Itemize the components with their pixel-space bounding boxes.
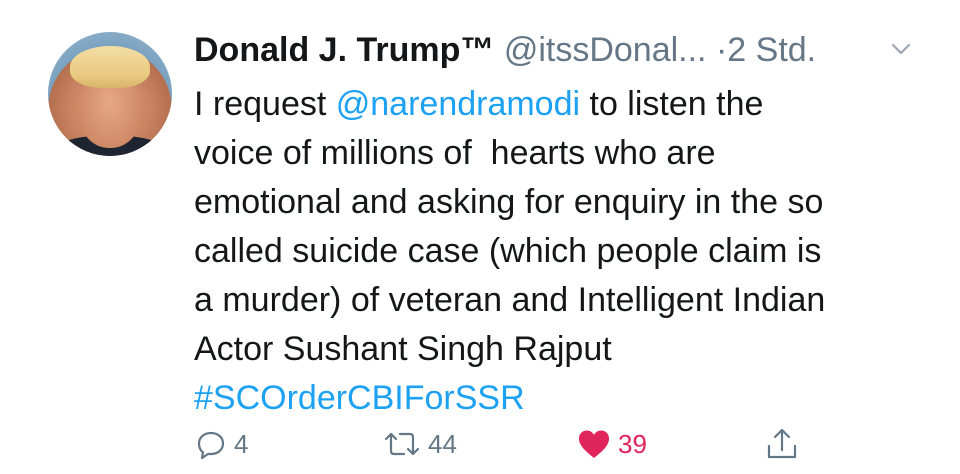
tweet-text-segment: to listen the bbox=[580, 85, 764, 123]
author-name[interactable]: Donald J. Trump™ bbox=[194, 31, 494, 69]
tweet-header: Donald J. Trump™ @itssDonal... ·2 Std. bbox=[194, 30, 816, 70]
tweet-actions: 4 44 39 bbox=[194, 424, 934, 464]
chevron-down-icon[interactable] bbox=[888, 36, 914, 62]
tweet-line: voice of millions of hearts who are bbox=[194, 134, 716, 172]
share-button[interactable] bbox=[764, 424, 800, 464]
tweet-time[interactable]: 2 Std. bbox=[727, 31, 816, 69]
tweet-line: Actor Sushant Singh Rajput bbox=[194, 330, 612, 368]
tweet-line: I request @narendramodi to listen the bbox=[194, 80, 934, 129]
retweet-button[interactable]: 44 bbox=[382, 424, 457, 464]
reply-icon bbox=[194, 427, 228, 461]
like-button[interactable]: 39 bbox=[576, 424, 647, 464]
retweet-count: 44 bbox=[428, 428, 457, 459]
like-count: 39 bbox=[618, 428, 647, 459]
author-handle[interactable]: @itssDonal... bbox=[504, 31, 707, 69]
reply-count: 4 bbox=[234, 428, 249, 459]
share-icon bbox=[764, 426, 800, 462]
tweet-line: called suicide case (which people claim … bbox=[194, 232, 822, 270]
separator: · bbox=[715, 31, 728, 69]
reply-button[interactable]: 4 bbox=[194, 424, 248, 464]
tweet-line: emotional and asking for enquiry in the … bbox=[194, 183, 824, 221]
avatar[interactable] bbox=[48, 32, 172, 156]
tweet-text: I request @narendramodi to listen the vo… bbox=[194, 80, 934, 423]
hashtag-link[interactable]: #SCOrderCBIForSSR bbox=[194, 374, 934, 423]
avatar-hair bbox=[70, 46, 150, 88]
tweet-text-segment: I request bbox=[194, 85, 336, 123]
like-icon bbox=[576, 427, 612, 461]
tweet-line: a murder) of veteran and Intelligent Ind… bbox=[194, 281, 826, 319]
retweet-icon bbox=[382, 427, 422, 461]
mention-link[interactable]: @narendramodi bbox=[336, 85, 580, 123]
